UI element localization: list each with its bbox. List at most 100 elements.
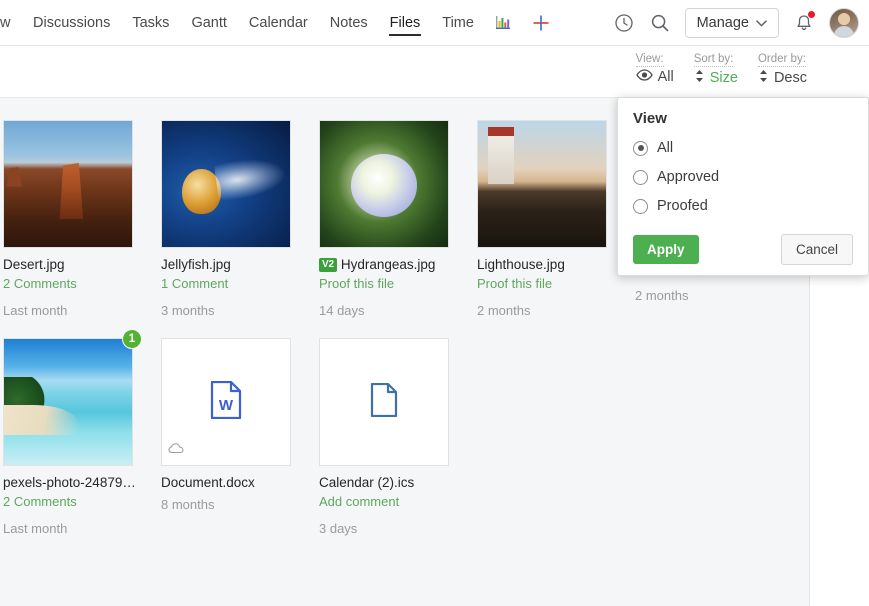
nav-item-tasks[interactable]: Tasks <box>121 0 180 46</box>
cloud-sync-icon <box>168 441 185 459</box>
file-card[interactable]: 1 pexels-photo-24879… 2 Comments Last mo… <box>3 329 161 536</box>
nav-item-notes[interactable]: Notes <box>319 0 379 46</box>
file-date: 14 days <box>319 303 365 318</box>
file-name[interactable]: Desert.jpg <box>3 257 161 272</box>
file-card[interactable]: Desert.jpg 2 Comments Last month <box>3 120 161 318</box>
file-thumbnail-wrap[interactable] <box>477 120 607 248</box>
order-by-control[interactable]: Order by: Desc <box>757 53 807 87</box>
file-thumbnail[interactable] <box>319 120 449 248</box>
manage-button-label: Manage <box>696 14 749 31</box>
cancel-button[interactable]: Cancel <box>780 234 853 265</box>
notification-dot <box>807 9 816 19</box>
comment-count-badge: 1 <box>122 329 142 349</box>
file-name[interactable]: Document.docx <box>161 475 319 490</box>
file-thumbnail[interactable] <box>161 120 291 248</box>
file-proof-link[interactable]: Proof this file <box>319 276 477 291</box>
search-icon[interactable] <box>643 6 677 40</box>
thumbnail-image-desert <box>4 121 132 247</box>
file-date: 3 days <box>319 521 358 536</box>
file-date: 2 months <box>477 303 531 318</box>
file-thumbnail[interactable] <box>477 120 607 248</box>
file-date: Last month <box>3 521 68 536</box>
add-comment-link[interactable]: Add comment <box>319 494 477 509</box>
file-thumbnail-wrap[interactable] <box>319 338 449 466</box>
view-filter-popup: View All Approved Proofed Apply Cancel <box>617 97 869 276</box>
file-card[interactable]: Lighthouse.jpg Proof this file 2 months <box>477 120 635 318</box>
file-comments-link[interactable]: 1 Comment <box>161 276 319 291</box>
popup-title: View <box>633 110 667 127</box>
avatar[interactable] <box>829 7 859 38</box>
file-name-text: Document.docx <box>161 475 255 490</box>
file-name[interactable]: V2 Hydrangeas.jpg <box>319 257 477 272</box>
clock-icon[interactable] <box>607 6 641 40</box>
file-name-text: pexels-photo-24879… <box>3 475 136 490</box>
thumbnail-image-lighthouse <box>478 121 606 247</box>
version-badge: V2 <box>319 257 337 272</box>
file-comments-link[interactable]: 2 Comments <box>3 276 161 291</box>
svg-text:W: W <box>219 397 234 414</box>
nav-items: w Discussions Tasks Gantt Calendar Notes… <box>0 0 560 46</box>
nav-item-files[interactable]: Files <box>379 0 432 46</box>
file-name[interactable]: Jellyfish.jpg <box>161 257 319 272</box>
sort-by-value-text: Size <box>709 70 738 86</box>
sort-by-label: Sort by: <box>693 53 734 67</box>
file-name-text: Hydrangeas.jpg <box>340 257 436 272</box>
popup-footer: Apply Cancel <box>618 234 868 265</box>
file-thumbnail-wrap[interactable] <box>161 120 291 248</box>
file-thumbnail-wrap[interactable] <box>3 120 133 248</box>
order-by-label: Order by: <box>757 53 806 67</box>
radio-icon-proofed[interactable] <box>633 198 648 214</box>
order-by-value-button[interactable]: Desc <box>758 69 807 87</box>
file-card[interactable]: V2 Hydrangeas.jpg Proof this file 14 day… <box>319 120 477 318</box>
radio-option-approved[interactable]: Approved <box>618 169 868 185</box>
file-name[interactable]: pexels-photo-24879… <box>3 475 161 490</box>
file-proof-link[interactable]: Proof this file <box>477 276 635 291</box>
file-thumbnail[interactable] <box>3 338 133 466</box>
file-thumbnail[interactable] <box>3 120 133 248</box>
radio-icon-all[interactable] <box>633 140 648 156</box>
file-thumbnail[interactable]: W <box>161 338 291 466</box>
toolbar-controls: View: All Sort by: Size Order by: Desc <box>635 53 807 87</box>
file-thumbnail[interactable] <box>319 338 449 466</box>
file-thumbnail-wrap[interactable]: W <box>161 338 291 466</box>
radio-option-proofed[interactable]: Proofed <box>618 198 868 214</box>
sort-by-control[interactable]: Sort by: Size <box>693 53 738 87</box>
file-name-text: Calendar (2).ics <box>319 475 415 490</box>
thumbnail-image-hydrangeas <box>320 121 448 247</box>
file-comments-link[interactable]: 2 Comments <box>3 494 161 509</box>
nav-item-calendar[interactable]: Calendar <box>238 0 319 46</box>
radio-label-proofed: Proofed <box>657 198 708 214</box>
manage-button[interactable]: Manage <box>684 7 779 38</box>
nav-item-overview-partial[interactable]: w <box>0 0 22 46</box>
file-date: Last month <box>3 303 68 318</box>
file-date: 8 months <box>161 497 215 512</box>
file-card[interactable]: Calendar (2).ics Add comment 3 days <box>319 338 477 536</box>
view-control[interactable]: View: All <box>635 53 674 85</box>
bar-chart-icon[interactable] <box>485 0 522 46</box>
file-thumbnail-wrap[interactable] <box>319 120 449 248</box>
view-value-button[interactable]: All <box>635 69 674 85</box>
file-name[interactable]: Calendar (2).ics <box>319 475 477 490</box>
plus-icon[interactable] <box>522 0 560 46</box>
radio-option-all[interactable]: All <box>618 140 868 156</box>
notifications-bell-icon[interactable] <box>787 6 821 40</box>
file-name[interactable]: Lighthouse.jpg <box>477 257 635 272</box>
radio-label-all: All <box>657 140 674 156</box>
eye-icon <box>635 69 653 85</box>
files-toolbar: View: All Sort by: Size Order by: Desc <box>0 46 869 131</box>
file-thumbnail-wrap[interactable]: 1 <box>3 329 142 466</box>
sort-by-value-button[interactable]: Size <box>694 69 738 87</box>
nav-right-controls: Manage <box>607 6 869 40</box>
radio-icon-approved[interactable] <box>633 169 648 185</box>
file-date: 2 months <box>635 288 689 303</box>
apply-button[interactable]: Apply <box>633 235 699 264</box>
nav-item-time[interactable]: Time <box>431 0 485 46</box>
file-card[interactable]: W Document.docx 8 months <box>161 338 319 536</box>
generic-document-icon <box>370 382 398 422</box>
file-card[interactable]: Jellyfish.jpg 1 Comment 3 months <box>161 120 319 318</box>
nav-item-gantt[interactable]: Gantt <box>180 0 237 46</box>
sort-arrows-icon <box>694 69 705 87</box>
nav-item-discussions[interactable]: Discussions <box>22 0 121 46</box>
word-document-icon: W <box>210 380 242 424</box>
file-name-text: Lighthouse.jpg <box>477 257 565 272</box>
